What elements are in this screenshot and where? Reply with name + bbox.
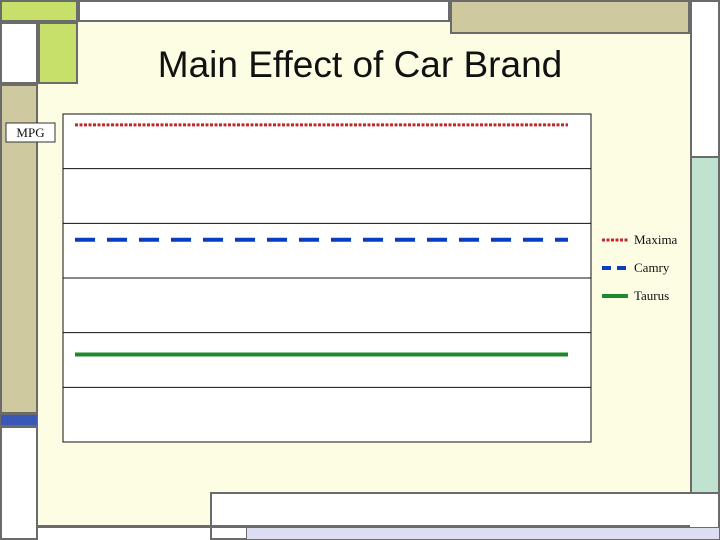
legend-label-maxima: Maxima — [634, 232, 678, 247]
chart: Maxima Camry Taurus MPG — [5, 113, 678, 443]
legend-label-camry: Camry — [634, 260, 670, 275]
plot-area — [62, 113, 592, 443]
y-axis-label: MPG — [16, 125, 44, 140]
legend: Maxima Camry Taurus — [602, 232, 678, 303]
legend-label-taurus: Taurus — [634, 288, 669, 303]
y-axis-label-box: MPG — [5, 122, 56, 143]
